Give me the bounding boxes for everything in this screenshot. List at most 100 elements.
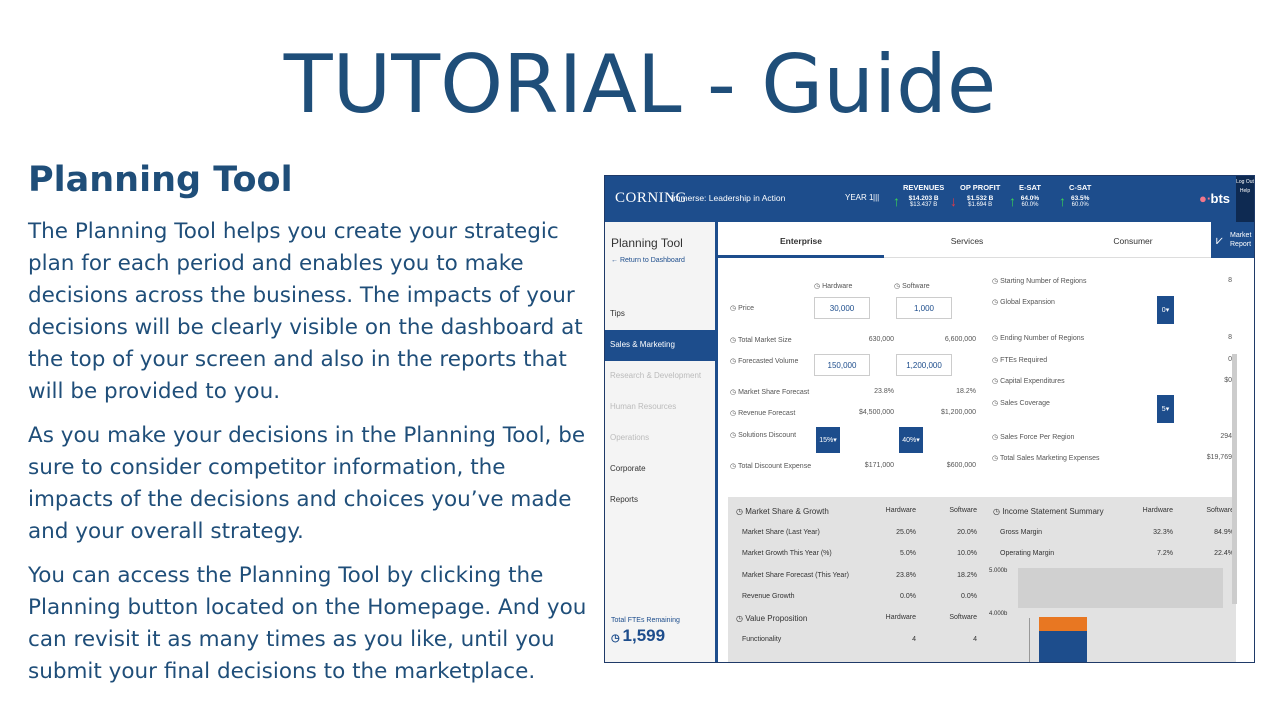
fte-value: ◷ 1,599 [611, 626, 665, 646]
starting-regions-label: ◷ Starting Number of Regions [992, 278, 1087, 285]
volume-software-input[interactable]: 1,200,000 [896, 354, 952, 376]
msg-row-sw: 10.0% [957, 550, 977, 557]
rf-text: Revenue Forecast [738, 410, 796, 417]
volume-hardware-input[interactable]: 150,000 [814, 354, 870, 376]
msg-row-sw: 18.2% [957, 572, 977, 579]
tab-enterprise[interactable]: Enterprise [718, 222, 884, 258]
product-tabs: Enterprise Services Consumer [718, 222, 1254, 258]
ge-value: 0 [1161, 307, 1166, 314]
help-button[interactable]: Help [1236, 188, 1254, 194]
tde-text: Total Discount Expense [737, 463, 812, 470]
tde-label: ◷ Total Discount Expense [730, 463, 812, 470]
tab-services[interactable]: Services [884, 222, 1050, 258]
tms-text: Total Market Size [737, 337, 792, 344]
vp-title: ◷ Value Proposition [736, 614, 808, 623]
msg-row-label: Market Share (Last Year) [742, 529, 820, 536]
kpi-value: 64.0% [1020, 195, 1040, 202]
discount-software-dropdown[interactable]: 40%▾ [899, 427, 923, 453]
slide-title: TUTORIAL - Guide [283, 38, 997, 131]
tab-consumer[interactable]: Consumer [1050, 222, 1216, 258]
msg-row-sw: 20.0% [957, 529, 977, 536]
total-market-size-label: ◷ Total Market Size [730, 337, 792, 344]
discount-hardware-dropdown[interactable]: 15%▾ [816, 427, 840, 453]
kpi-title: OP PROFIT [960, 183, 1001, 192]
msf-text: Market Share Forecast [738, 389, 810, 396]
kpi-title: REVENUES [903, 183, 945, 192]
return-to-dashboard-link[interactable]: ← Return to Dashboard [611, 257, 685, 264]
kpi-sub: 60.0% [1021, 202, 1039, 208]
kpi-sub: $1.694 B [968, 202, 993, 208]
dots-icon: ●∙ [1199, 191, 1211, 206]
chart-icon: ⩗ [1216, 233, 1223, 247]
paragraph-2: As you make your decisions in the Planni… [28, 423, 586, 544]
forecasted-volume-label: ◷ Forecasted Volume [730, 358, 799, 365]
summary-panel: ◷ Market Share & Growth Hardware Softwar… [728, 497, 1236, 662]
sidebar-item-operations[interactable]: Operations [605, 423, 715, 454]
kpi-value: 63.5% [1070, 195, 1090, 202]
sales-coverage-dropdown[interactable]: 5▾ [1157, 395, 1174, 423]
ending-regions-value: 8 [1228, 334, 1232, 341]
paragraph-1: The Planning Tool helps you create your … [28, 219, 583, 404]
tde-hardware: $171,000 [864, 462, 894, 469]
msf-software: 18.2% [956, 388, 976, 395]
fte-number: 1,599 [622, 626, 666, 645]
capex-text: Capital Expenditures [1000, 378, 1065, 385]
scrollbar[interactable] [1232, 354, 1237, 604]
price-label-text: Price [738, 305, 755, 312]
msg-hw-header: Hardware [885, 507, 916, 514]
vp-sw-header: Software [949, 614, 977, 621]
ending-regions-label: ◷ Ending Number of Regions [992, 335, 1085, 342]
msg-title: ◷ Market Share & Growth [736, 507, 829, 516]
sidebar-item-sales-marketing[interactable]: Sales & Marketing [605, 330, 715, 361]
sidebar-item-tips[interactable]: Tips [605, 299, 715, 330]
fv-text: Forecasted Volume [738, 358, 799, 365]
solutions-discount-label: ◷ Solutions Discount [730, 432, 797, 439]
market-report-button[interactable]: ⩗ Market Report [1211, 222, 1254, 258]
kpi-esat: ↑ E-SAT 64.0% 60.0% [1009, 183, 1041, 209]
planning-tool-screenshot: CORNING Immerse: Leadership in Action YE… [604, 175, 1255, 663]
capex-label: ◷ Capital Expenditures [992, 378, 1065, 385]
sales-coverage-label: ◷ Sales Coverage [992, 400, 1050, 407]
kpi-csat: ↑ C-SAT 63.5% 60.0% [1059, 183, 1091, 209]
sd-hw-value: 15% [819, 437, 834, 444]
arrow-up-icon: ↑ [1009, 193, 1016, 209]
right-menu: Log Out Help [1236, 176, 1254, 222]
kpi-op-profit: ↓ OP PROFIT $1.532 B $1.694 B [950, 183, 1001, 209]
year-label: YEAR 1 [845, 193, 874, 202]
sc-value: 5 [1161, 406, 1166, 413]
fte-label: Total FTEs Remaining [611, 617, 680, 624]
sidebar-item-reports[interactable]: Reports [605, 485, 715, 516]
bts-logo: ●∙bts [1199, 191, 1230, 206]
software-col-label: Software [902, 283, 930, 290]
ftes-required-value: 0 [1228, 356, 1232, 363]
price-software-input[interactable]: 1,000 [896, 297, 952, 319]
vp-hw-header: Hardware [885, 614, 916, 621]
tms-hardware: 630,000 [868, 336, 894, 343]
msg-row-label: Market Growth This Year (%) [742, 550, 832, 557]
return-link-label: Return to Dashboard [619, 257, 685, 264]
er-text: Ending Number of Regions [1000, 335, 1085, 342]
chart-y-tick: 4.000b [989, 611, 1008, 617]
paragraph-3: You can access the Planning Tool by clic… [28, 563, 587, 684]
tsme-text: Total Sales Marketing Expenses [999, 455, 1100, 462]
hardware-col-label: Hardware [822, 283, 853, 290]
hardware-col-header: ◷ Hardware [814, 283, 853, 290]
clock-icon: ◷ [611, 633, 623, 644]
tsme-value: $19,769 [1206, 454, 1232, 461]
tsme-label: ◷ Total Sales Marketing Expenses [992, 455, 1100, 462]
chart-axis [1029, 618, 1030, 662]
arrow-down-icon: ↓ [950, 193, 957, 209]
sidebar-item-human-resources[interactable]: Human Resources [605, 392, 715, 423]
market-report-label: Market Report [1230, 232, 1252, 248]
kpi-value: $14.203 B [908, 195, 939, 202]
msg-row-hw: 23.8% [896, 572, 916, 579]
global-expansion-dropdown[interactable]: 0▾ [1157, 296, 1174, 324]
sidebar-item-corporate[interactable]: Corporate [605, 454, 715, 485]
chart-bar-top [1039, 617, 1087, 631]
sd-text: Solutions Discount [738, 432, 797, 439]
vp-row-label: Functionality [742, 636, 782, 643]
starting-regions-value: 8 [1228, 277, 1232, 284]
price-hardware-input[interactable]: 30,000 [814, 297, 870, 319]
logout-button[interactable]: Log Out [1236, 179, 1254, 185]
sidebar-item-research-development[interactable]: Research & Development [605, 361, 715, 392]
